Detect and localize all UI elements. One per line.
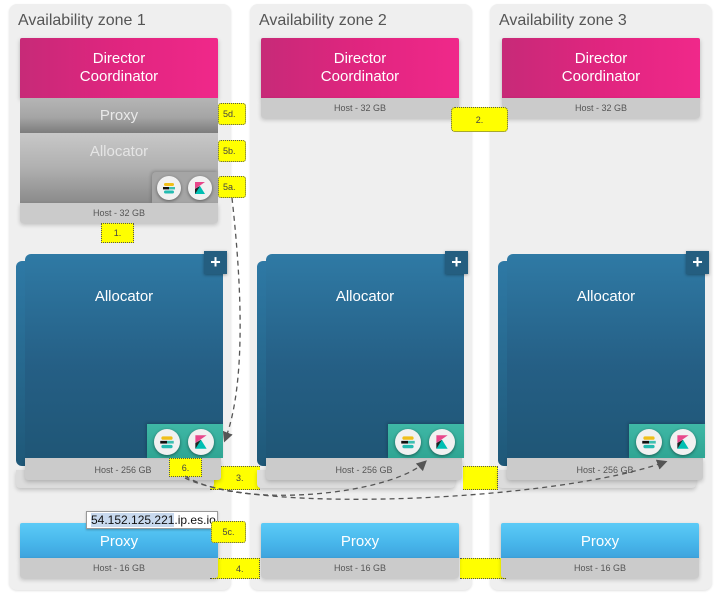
instance-tray-zone-3 (629, 424, 705, 458)
coordinator-label: Coordinator (79, 68, 159, 85)
proxy-label: Proxy (580, 533, 620, 550)
plus-icon: + (692, 252, 703, 272)
callout-2-label: 2. (475, 114, 484, 125)
host-label: Host - 16 GB (92, 563, 146, 573)
host-bar-zone-2-proxy: Host - 16 GB (261, 558, 459, 578)
host-label: Host - 32 GB (333, 103, 387, 113)
allocator-label: Allocator (335, 288, 395, 305)
director-coordinator-zone-2[interactable]: Director Coordinator (261, 38, 459, 98)
kibana-icon[interactable] (670, 429, 696, 455)
allocator-role-label: Allocator (89, 143, 149, 160)
proxy-zone-3[interactable]: Proxy (501, 523, 699, 558)
instance-tray-zone-2 (388, 424, 464, 458)
host-label: Host - 256 GB (335, 465, 393, 475)
elasticsearch-icon[interactable] (154, 429, 180, 455)
host-label: Host - 32 GB (574, 103, 628, 113)
add-allocator-button[interactable]: + (686, 251, 709, 274)
host-bar-zone-1-small: Host - 32 GB (20, 203, 218, 223)
callout-5a-label: 5a. (223, 182, 236, 192)
plus-icon: + (210, 252, 221, 272)
endpoint-ip: 54.152.125.221 (91, 513, 175, 527)
callout-5a: 5a. (218, 176, 246, 198)
callout-6-label: 6. (181, 462, 190, 473)
callout-1: 1. (101, 223, 134, 243)
add-allocator-button[interactable]: + (445, 251, 468, 274)
proxy-label: Proxy (99, 533, 139, 550)
proxy-role-zone-1[interactable]: Proxy (20, 98, 218, 133)
coordinator-label: Coordinator (561, 68, 641, 85)
elasticsearch-icon[interactable] (395, 429, 421, 455)
add-allocator-button[interactable]: + (204, 251, 227, 274)
director-label: Director (574, 50, 628, 67)
callout-5b: 5b. (218, 140, 246, 162)
host-bar-zone-3-large: Host - 256 GB (507, 458, 703, 480)
callout-3-label: 3. (236, 473, 244, 483)
elasticsearch-icon[interactable] (636, 429, 662, 455)
host-label: Host - 256 GB (576, 465, 634, 475)
host-label: Host - 16 GB (573, 563, 627, 573)
director-coordinator-zone-3[interactable]: Director Coordinator (502, 38, 700, 98)
callout-5c-label: 5c. (222, 527, 235, 537)
instance-tray-zone-1 (147, 424, 223, 458)
callout-4-gap-right (460, 558, 506, 579)
zone-title: Availability zone 2 (259, 12, 387, 29)
kibana-icon[interactable] (429, 429, 455, 455)
callout-5d: 5d. (218, 103, 246, 125)
proxy-role-label: Proxy (99, 107, 139, 124)
proxy-label: Proxy (340, 533, 380, 550)
host-label: Host - 16 GB (333, 563, 387, 573)
callout-5b-label: 5b. (223, 146, 236, 156)
elasticsearch-icon[interactable] (157, 176, 181, 200)
callout-1-label: 1. (113, 228, 122, 238)
zone-title: Availability zone 3 (499, 12, 627, 29)
host-bar-zone-2-small: Host - 32 GB (261, 98, 459, 118)
director-label: Director (92, 50, 146, 67)
host-bar-zone-3-small: Host - 32 GB (502, 98, 700, 118)
zone-title: Availability zone 1 (18, 12, 146, 29)
instance-tray-zone-1-small (152, 172, 218, 203)
kibana-icon[interactable] (188, 429, 214, 455)
callout-5d-label: 5d. (223, 109, 236, 119)
host-bar-zone-2-large: Host - 256 GB (266, 458, 462, 480)
allocator-label: Allocator (94, 288, 154, 305)
host-bar-zone-1-proxy: Host - 16 GB (20, 558, 218, 578)
endpoint-url-field[interactable]: 54.152.125.221.ip.es.io (86, 511, 218, 529)
director-coordinator-zone-1[interactable]: Director Coordinator (20, 38, 218, 98)
host-label: Host - 32 GB (92, 208, 146, 218)
proxy-zone-2[interactable]: Proxy (261, 523, 459, 558)
callout-2: 2. (451, 107, 508, 132)
host-bar-zone-3-proxy: Host - 16 GB (501, 558, 699, 578)
coordinator-label: Coordinator (320, 68, 400, 85)
callout-6: 6. (169, 458, 202, 477)
callout-5c: 5c. (211, 521, 246, 543)
callout-3-gap-right (463, 466, 498, 490)
director-label: Director (333, 50, 387, 67)
endpoint-domain: .ip.es.io (174, 513, 216, 527)
allocator-label: Allocator (576, 288, 636, 305)
kibana-icon[interactable] (188, 176, 212, 200)
host-label: Host - 256 GB (94, 465, 152, 475)
plus-icon: + (451, 252, 462, 272)
callout-4-label: 4. (236, 563, 244, 574)
